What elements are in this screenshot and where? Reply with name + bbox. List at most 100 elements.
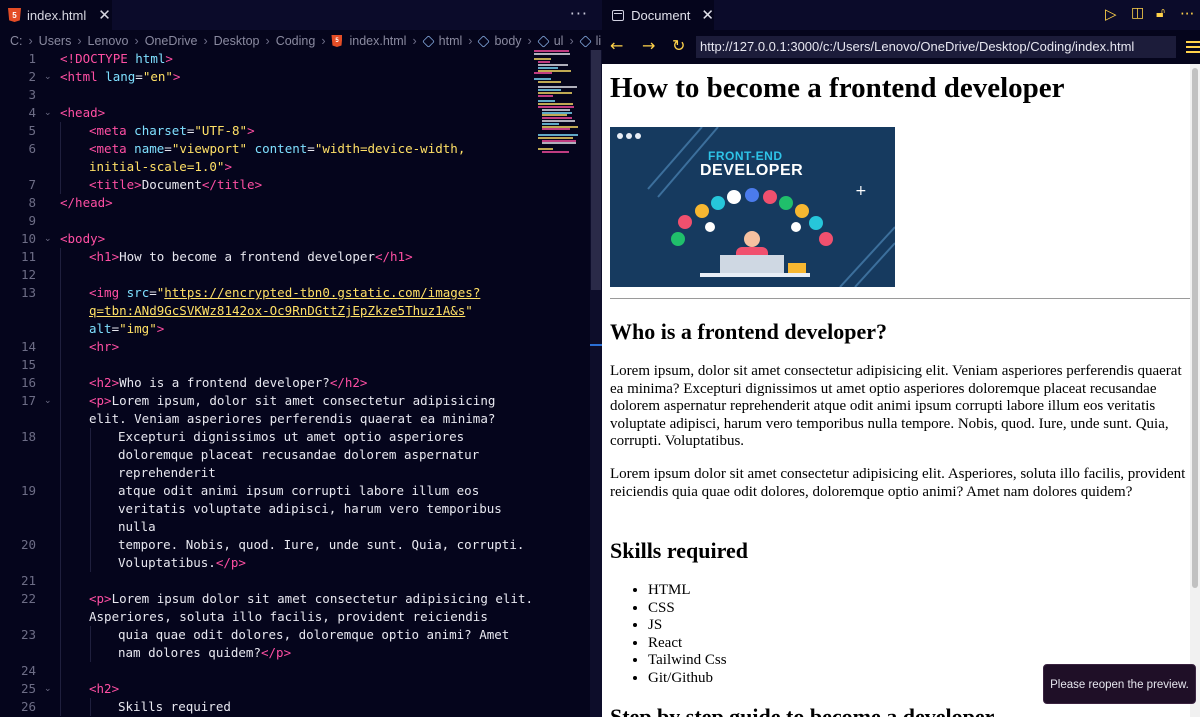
code-text: <h1>How to become a frontend developer</… <box>89 249 413 264</box>
split-editor-icon[interactable]: ◫ <box>1131 5 1144 21</box>
minimap-line <box>542 120 575 122</box>
minimap[interactable] <box>534 50 590 160</box>
line-number: 25 <box>20 681 36 696</box>
line-number: 12 <box>20 267 36 282</box>
refresh-icon[interactable]: ↻ <box>672 36 685 55</box>
code-line[interactable]: 4 ⌄ <head> <box>0 104 590 122</box>
code-line[interactable]: 8 </head> <box>0 194 590 212</box>
code-editor[interactable]: 5 index.html ✕ ··· C: › Users › Lenovo › On… <box>0 0 602 717</box>
breadcrumb-symbol[interactable]: html <box>439 34 463 48</box>
code-line[interactable]: 2 ⌄ <html lang="en"> <box>0 68 590 86</box>
code-line[interactable]: 13 <img src="https://encrypted-tbn0.gstat… <box>0 284 590 302</box>
code-line[interactable]: 11 <h1>How to become a frontend developer… <box>0 248 590 266</box>
code-area[interactable]: 1 <!DOCTYPE html> 2 ⌄ <html lang="en"> 3 4 ⌄ <he… <box>0 50 590 716</box>
code-line[interactable]: 16 <h2>Who is a frontend developer?</h2> <box>0 374 590 392</box>
page-heading: How to become a frontend developer <box>610 72 1065 104</box>
code-line[interactable]: 23 quia quae odit dolores, doloremque opt… <box>0 626 590 644</box>
rendered-page: How to become a frontend developer + FRO… <box>602 64 1200 717</box>
code-line[interactable]: 26 Skills required <box>0 698 590 716</box>
indent-guide <box>60 536 61 554</box>
code-line[interactable]: 24 <box>0 662 590 680</box>
minimap-line <box>538 61 550 64</box>
code-line[interactable]: 6 <meta name="viewport" content="width=de… <box>0 140 590 158</box>
more-actions-icon[interactable]: ··· <box>1180 5 1194 23</box>
code-line[interactable]: 7 <title>Document</title> <box>0 176 590 194</box>
code-line[interactable]: Voluptatibus.</p> <box>0 554 590 572</box>
svg-text:+: + <box>855 183 867 199</box>
code-line[interactable]: 5 <meta charset="UTF-8"> <box>0 122 590 140</box>
minimap-line <box>542 114 567 117</box>
back-arrow-icon[interactable]: ← <box>610 36 623 55</box>
code-line[interactable]: nam dolores quidem?</p> <box>0 644 590 662</box>
code-line[interactable]: 12 <box>0 266 590 284</box>
code-text: Asperiores, soluta illo facilis, provide… <box>89 609 488 624</box>
indent-guide <box>60 302 61 320</box>
line-number: 18 <box>20 429 36 444</box>
indent-guide <box>60 284 61 302</box>
forward-arrow-icon[interactable]: → <box>642 36 655 55</box>
code-line[interactable]: initial-scale=1.0"> <box>0 158 590 176</box>
more-actions-icon[interactable]: ··· <box>570 4 588 23</box>
chevron-right-icon: › <box>134 34 139 48</box>
breadcrumb-item[interactable]: Coding <box>276 34 316 48</box>
code-line[interactable]: doloremque placeat recusandae dolorem as… <box>0 446 590 464</box>
indent-guide <box>90 554 91 572</box>
indent-guide <box>90 626 91 644</box>
fold-chevron-icon[interactable]: ⌄ <box>44 680 52 698</box>
code-line[interactable]: 22 <p>Lorem ipsum dolor sit amet consecte… <box>0 590 590 608</box>
indent-guide <box>60 590 61 608</box>
close-icon[interactable]: ✕ <box>98 6 111 24</box>
indent-guide <box>60 680 61 698</box>
fold-chevron-icon[interactable]: ⌄ <box>44 68 52 86</box>
code-line[interactable]: 1 <!DOCTYPE html> <box>0 50 590 68</box>
code-line[interactable]: alt="img"> <box>0 320 590 338</box>
code-line[interactable]: 14 <hr> <box>0 338 590 356</box>
run-icon[interactable]: ▷ <box>1105 5 1117 23</box>
tab-document-preview[interactable]: Document ✕ <box>602 0 714 30</box>
fold-chevron-icon[interactable]: ⌄ <box>44 104 52 122</box>
code-line[interactable]: 18 Excepturi dignissimos ut amet optio as… <box>0 428 590 446</box>
tab-index-html[interactable]: 5 index.html ✕ <box>0 0 112 30</box>
breadcrumb-symbol[interactable]: ul <box>554 34 564 48</box>
code-line[interactable]: 17 ⌄ <p>Lorem ipsum, dolor sit amet consec… <box>0 392 590 410</box>
code-line[interactable]: veritatis voluptate adipisci, harum vero… <box>0 500 590 518</box>
code-line[interactable]: nulla <box>0 518 590 536</box>
preview-scrollbar[interactable] <box>1190 64 1200 717</box>
lock-icon[interactable]: 🔓︎ <box>1156 5 1165 21</box>
breadcrumb-file[interactable]: index.html <box>349 34 406 48</box>
code-line[interactable]: 21 <box>0 572 590 590</box>
editor-scrollbar-thumb[interactable] <box>591 50 601 290</box>
breadcrumb-item[interactable]: Desktop <box>214 34 260 48</box>
code-line[interactable]: 25 ⌄ <h2> <box>0 680 590 698</box>
code-line[interactable]: q=tbn:ANd9GcSVKWz8142ox-Oc9RnDGttZjEpZkz… <box>0 302 590 320</box>
close-icon[interactable]: ✕ <box>701 6 714 24</box>
breadcrumb-symbol[interactable]: li <box>596 34 602 48</box>
code-line[interactable]: 19 atque odit animi ipsum corrupti labore… <box>0 482 590 500</box>
code-line[interactable]: 9 <box>0 212 590 230</box>
code-line[interactable]: reprehenderit <box>0 464 590 482</box>
code-text: Voluptatibus.</p> <box>118 555 246 570</box>
scrollbar-cursor-marker <box>590 344 602 346</box>
hamburger-menu-icon[interactable] <box>1186 41 1200 56</box>
code-line[interactable]: 10 ⌄ <body> <box>0 230 590 248</box>
code-line[interactable]: 3 <box>0 86 590 104</box>
minimap-line <box>538 94 553 97</box>
breadcrumb-symbol[interactable]: body <box>494 34 521 48</box>
line-number: 6 <box>28 141 36 156</box>
code-line[interactable]: elit. Veniam asperiores perferendis quae… <box>0 410 590 428</box>
breadcrumb-item[interactable]: OneDrive <box>145 34 198 48</box>
minimap-line <box>542 108 570 111</box>
fold-chevron-icon[interactable]: ⌄ <box>44 392 52 410</box>
preview-scrollbar-thumb[interactable] <box>1192 68 1198 588</box>
breadcrumb-item[interactable]: Users <box>39 34 72 48</box>
fold-chevron-icon[interactable]: ⌄ <box>44 230 52 248</box>
minimap-line <box>538 66 558 69</box>
minimap-line <box>538 92 572 94</box>
code-line[interactable]: 20 tempore. Nobis, quod. Iure, unde sunt.… <box>0 536 590 554</box>
breadcrumb-item[interactable]: Lenovo <box>88 34 129 48</box>
address-input[interactable]: http://127.0.0.1:3000/c:/Users/Lenovo/On… <box>696 36 1176 58</box>
breadcrumb-item[interactable]: C: <box>10 34 23 48</box>
code-line[interactable]: Asperiores, soluta illo facilis, provide… <box>0 608 590 626</box>
indent-guide <box>60 572 61 590</box>
code-line[interactable]: 15 <box>0 356 590 374</box>
